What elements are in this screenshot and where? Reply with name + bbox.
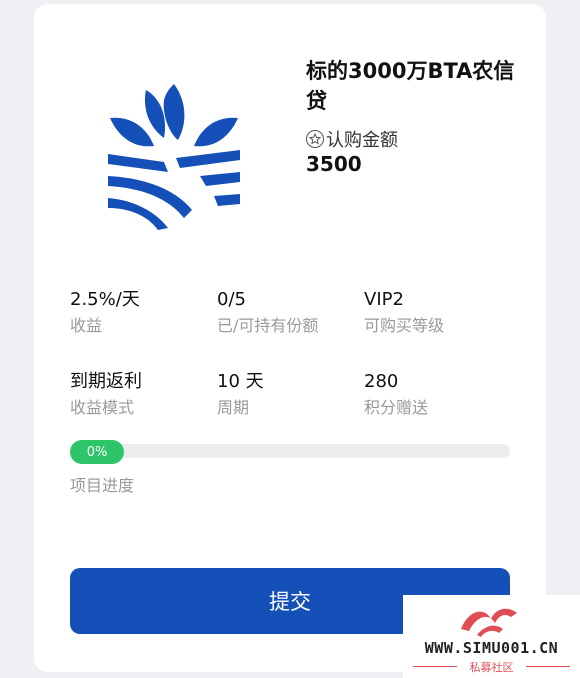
subscribe-label: 认购金额	[326, 130, 398, 151]
stat-shares: 0/5 已/可持有份额	[217, 288, 357, 338]
watermark-logo-icon	[461, 608, 517, 637]
progress-bar	[70, 444, 510, 458]
stat-value: 0/5	[217, 289, 246, 310]
stat-label: 周期	[217, 398, 250, 417]
stat-period: 10 天 周期	[217, 370, 357, 420]
stat-label: 可购买等级	[364, 316, 445, 335]
wheat-leaf-logo-icon	[108, 84, 240, 230]
progress-label: 项目进度	[70, 476, 135, 495]
stat-label: 积分赠送	[364, 398, 429, 417]
stat-value: 10 天	[217, 371, 264, 392]
watermark-site: WWW.SIMU001.CN	[424, 639, 559, 657]
subscribe-row: 认购金额	[306, 126, 398, 152]
stat-points: 280 积分赠送	[364, 370, 504, 420]
stat-return: 2.5%/天 收益	[70, 288, 210, 338]
watermark-sub: 私募社区	[469, 661, 514, 674]
stat-value: VIP2	[364, 289, 404, 310]
watermark-divider-right	[526, 666, 570, 667]
watermark: WWW.SIMU001.CN 私募社区	[403, 595, 580, 678]
progress-fill: 0%	[70, 440, 124, 464]
stat-value: 280	[364, 371, 399, 392]
product-title: 标的3000万BTA农信贷	[306, 59, 515, 113]
stat-vip-level: VIP2 可购买等级	[364, 288, 504, 338]
subscribe-amount: 3500	[306, 152, 362, 176]
stat-label: 收益模式	[70, 398, 135, 417]
stat-value: 到期返利	[70, 371, 142, 392]
star-circle-icon	[306, 130, 324, 148]
stat-return-mode: 到期返利 收益模式	[70, 370, 210, 420]
stat-label: 收益	[70, 316, 103, 335]
stat-label: 已/可持有份额	[217, 316, 319, 335]
stat-value: 2.5%/天	[70, 289, 140, 310]
product-card: 标的3000万BTA农信贷 认购金额 3500 2.5%/天 收益 0/5 已/…	[34, 4, 546, 672]
